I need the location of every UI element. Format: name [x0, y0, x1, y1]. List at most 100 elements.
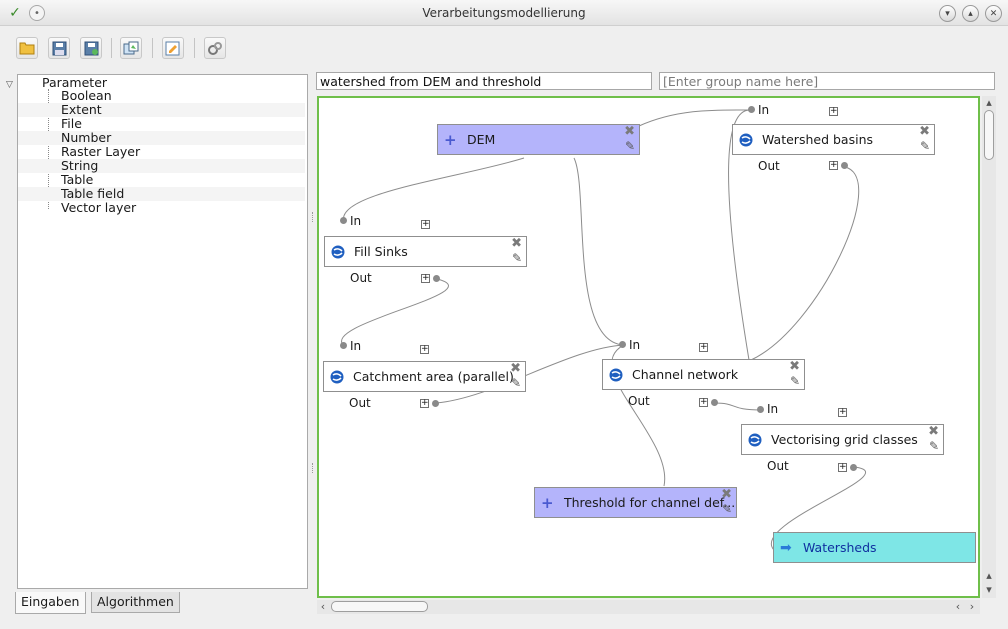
- scroll-left-icon[interactable]: ‹: [952, 601, 964, 613]
- wire-dem-to-fill-sinks: [343, 157, 525, 223]
- run-model-button[interactable]: [204, 37, 226, 59]
- toolbar-separator: [111, 38, 112, 58]
- expand-port-icon[interactable]: +: [420, 399, 429, 408]
- model-name-input[interactable]: [316, 72, 652, 90]
- node-watershed-basins[interactable]: Watershed basins ✖ ✎: [732, 124, 935, 155]
- tree-item-file[interactable]: File: [18, 117, 305, 131]
- scroll-down-icon[interactable]: ▾: [983, 584, 995, 596]
- expand-port-icon[interactable]: +: [838, 463, 847, 472]
- wire-dem-to-channel-network: [573, 157, 625, 346]
- edit-pencil-icon[interactable]: ✎: [722, 502, 732, 516]
- edit-pencil-icon[interactable]: ✎: [625, 139, 635, 153]
- port-dot[interactable]: [340, 342, 347, 349]
- node-label: Vectorising grid classes: [771, 432, 918, 447]
- group-name-input[interactable]: [659, 72, 995, 90]
- tab-inputs[interactable]: Eingaben: [15, 592, 86, 614]
- edit-pencil-icon[interactable]: ✎: [929, 439, 939, 453]
- edit-pencil-icon[interactable]: ✎: [920, 139, 930, 153]
- splitter-handle[interactable]: [312, 463, 315, 473]
- edit-pencil-icon[interactable]: ✎: [511, 376, 521, 390]
- wire-channel-out-to-vectorising-in: [713, 402, 762, 411]
- delete-icon[interactable]: ✖: [624, 125, 635, 138]
- tree-item-label: Boolean: [61, 88, 112, 103]
- port-out-label: Out: [767, 459, 789, 473]
- vertical-scroll-thumb[interactable]: [984, 110, 994, 160]
- node-catchment-area[interactable]: Catchment area (parallel) ✖ ✎: [323, 361, 526, 392]
- minimize-icon[interactable]: ▾: [939, 5, 956, 22]
- scroll-up-icon[interactable]: ▴: [983, 570, 995, 582]
- delete-icon[interactable]: ✖: [511, 237, 522, 250]
- port-in-label: In: [767, 402, 779, 416]
- node-channel-network[interactable]: Channel network ✖ ✎: [602, 359, 805, 390]
- port-dot[interactable]: [432, 400, 439, 407]
- tree-item-number[interactable]: Number: [18, 131, 305, 145]
- tree-item-vector-layer[interactable]: Vector layer: [18, 201, 305, 215]
- tree-item-table-field[interactable]: Table field: [18, 187, 305, 201]
- edit-help-button[interactable]: [162, 37, 184, 59]
- port-dot[interactable]: [841, 162, 848, 169]
- expand-port-icon[interactable]: +: [838, 408, 847, 417]
- expand-port-icon[interactable]: +: [420, 345, 429, 354]
- node-vectorising-grid-classes[interactable]: Vectorising grid classes ✖ ✎: [741, 424, 944, 455]
- node-watersheds-output[interactable]: ➡ Watersheds: [773, 532, 976, 563]
- maximize-icon[interactable]: ▴: [962, 5, 979, 22]
- node-fill-sinks[interactable]: Fill Sinks ✖ ✎: [324, 236, 527, 267]
- vertical-scrollbar[interactable]: [982, 96, 996, 598]
- node-threshold[interactable]: + Threshold for channel def... ✖ ✎: [534, 487, 737, 518]
- wire-basins-to-channel: [750, 166, 860, 361]
- node-dem[interactable]: + DEM ✖ ✎: [437, 124, 640, 155]
- delete-icon[interactable]: ✖: [510, 362, 521, 375]
- save-as-icon: [84, 41, 98, 55]
- port-dot[interactable]: [619, 341, 626, 348]
- scroll-left-icon[interactable]: ‹: [317, 601, 329, 613]
- tree-item-string[interactable]: String: [18, 159, 305, 173]
- run-model-icon: [208, 41, 222, 55]
- arrow-right-icon: ➡: [780, 539, 792, 556]
- tree-item-raster-layer[interactable]: Raster Layer: [18, 145, 305, 159]
- save-model-button[interactable]: [48, 37, 70, 59]
- expand-port-icon[interactable]: +: [421, 274, 430, 283]
- tree-item-table[interactable]: Table: [18, 173, 305, 187]
- save-icon: [52, 41, 66, 55]
- expand-port-icon[interactable]: +: [829, 107, 838, 116]
- splitter-handle[interactable]: [312, 212, 315, 222]
- horizontal-scroll-thumb[interactable]: [331, 601, 428, 612]
- port-dot[interactable]: [340, 217, 347, 224]
- port-dot[interactable]: [748, 106, 755, 113]
- expand-port-icon[interactable]: +: [421, 220, 430, 229]
- tab-algorithms[interactable]: Algorithmen: [91, 592, 180, 613]
- save-as-button[interactable]: [80, 37, 102, 59]
- delete-icon[interactable]: ✖: [919, 125, 930, 138]
- scroll-right-icon[interactable]: ›: [966, 601, 978, 613]
- port-dot[interactable]: [433, 275, 440, 282]
- delete-icon[interactable]: ✖: [721, 488, 732, 501]
- model-canvas[interactable]: + DEM ✖ ✎ In + Watershed basins ✖ ✎ Out …: [317, 96, 980, 598]
- export-image-button[interactable]: [120, 37, 142, 59]
- port-dot[interactable]: [757, 406, 764, 413]
- port-dot[interactable]: [850, 464, 857, 471]
- edit-pencil-icon[interactable]: ✎: [512, 251, 522, 265]
- expand-port-icon[interactable]: +: [699, 398, 708, 407]
- toolbar-separator: [194, 38, 195, 58]
- delete-icon[interactable]: ✖: [928, 425, 939, 438]
- scroll-up-icon[interactable]: ▴: [983, 97, 995, 109]
- tree-item-boolean[interactable]: Boolean: [18, 89, 305, 103]
- port-out-label: Out: [628, 394, 650, 408]
- port-in-label: In: [758, 103, 770, 117]
- saga-globe-icon: [609, 368, 623, 381]
- window-title: Verarbeitungsmodellierung: [422, 6, 586, 20]
- open-model-button[interactable]: [16, 37, 38, 59]
- expand-port-icon[interactable]: +: [829, 161, 838, 170]
- export-image-icon: [123, 41, 139, 54]
- tree-item-label: File: [61, 116, 82, 131]
- tree-item-label: Table field: [61, 186, 125, 201]
- node-label: DEM: [467, 132, 496, 147]
- expand-port-icon[interactable]: +: [699, 343, 708, 352]
- chevron-down-icon[interactable]: ▽: [6, 80, 13, 90]
- tree-item-extent[interactable]: Extent: [18, 103, 305, 117]
- port-in-label: In: [350, 214, 362, 228]
- close-icon[interactable]: ✕: [985, 5, 1002, 22]
- port-dot[interactable]: [711, 399, 718, 406]
- delete-icon[interactable]: ✖: [789, 360, 800, 373]
- edit-pencil-icon[interactable]: ✎: [790, 374, 800, 388]
